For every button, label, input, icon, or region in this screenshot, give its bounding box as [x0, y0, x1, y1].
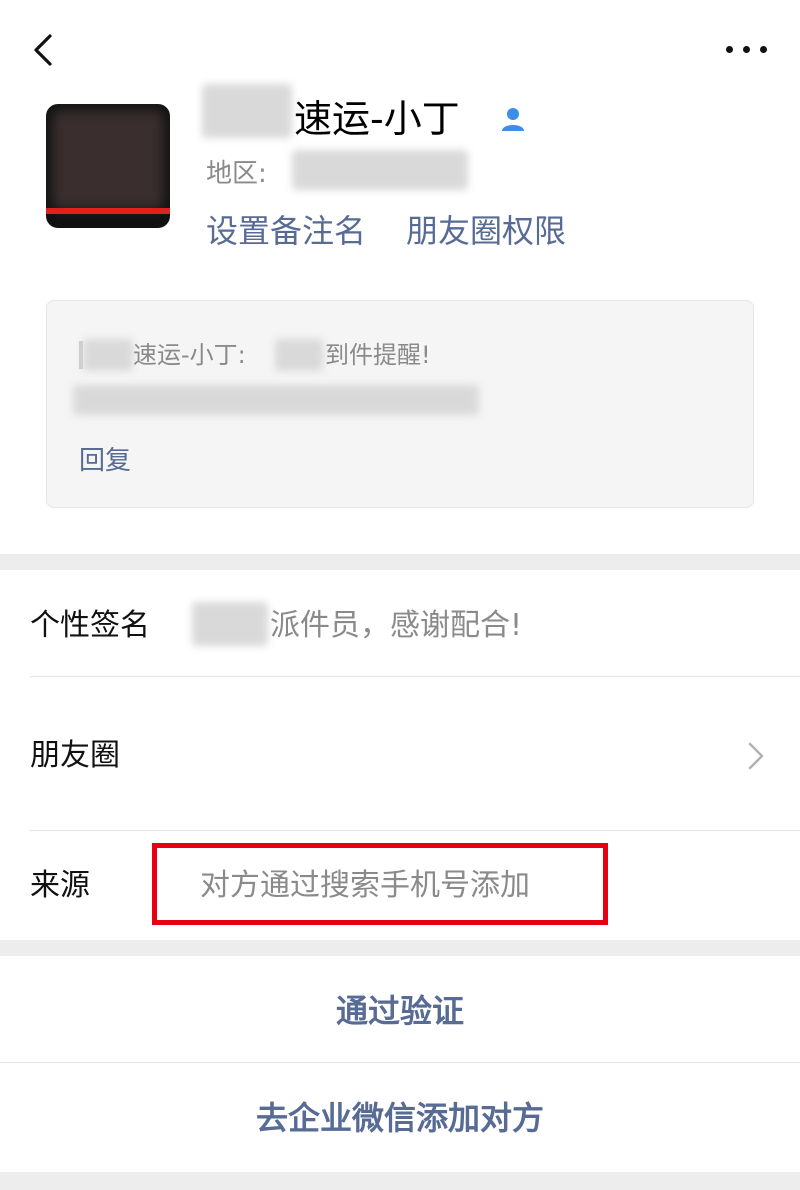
- moments-row-label[interactable]: 朋友圈: [30, 734, 120, 778]
- signature-redacted: [192, 602, 268, 646]
- source-label: 来源: [30, 868, 90, 903]
- set-remark-link[interactable]: 设置备注名: [206, 208, 366, 254]
- section-separator: [0, 940, 800, 956]
- source-value: 对方通过搜索手机号添加: [200, 868, 530, 903]
- chevron-right-icon[interactable]: [744, 738, 768, 774]
- moments-permission-link[interactable]: 朋友圈权限: [406, 208, 566, 254]
- back-icon[interactable]: [28, 30, 62, 70]
- row-divider: [30, 676, 800, 677]
- signature-label: 个性签名: [30, 608, 150, 643]
- message-sender: 速运-小丁:: [133, 341, 246, 369]
- add-via-enterprise-button[interactable]: 去企业微信添加对方: [0, 1095, 800, 1141]
- section-separator: [0, 1172, 800, 1190]
- signature-value: 派件员，感谢配合!: [270, 608, 523, 643]
- message-redacted: [83, 339, 133, 371]
- verify-button[interactable]: 通过验证: [0, 988, 800, 1034]
- name-redacted: [202, 84, 292, 138]
- more-icon[interactable]: [724, 42, 770, 56]
- person-icon: [502, 108, 524, 131]
- message-text: 到件提醒!: [325, 341, 431, 369]
- row-divider: [30, 830, 800, 831]
- reply-link[interactable]: 回复: [79, 441, 131, 481]
- section-separator: [0, 554, 800, 570]
- message-redacted: [275, 339, 323, 371]
- greeting-message-card: 速运-小丁: 到件提醒! 回复: [46, 300, 754, 508]
- avatar[interactable]: [46, 104, 170, 228]
- region-label: 地区:: [206, 159, 267, 189]
- message-redacted-line: [73, 385, 479, 415]
- row-divider: [0, 1062, 800, 1063]
- region-redacted: [292, 150, 468, 190]
- contact-name: 速运-小丁: [294, 97, 460, 141]
